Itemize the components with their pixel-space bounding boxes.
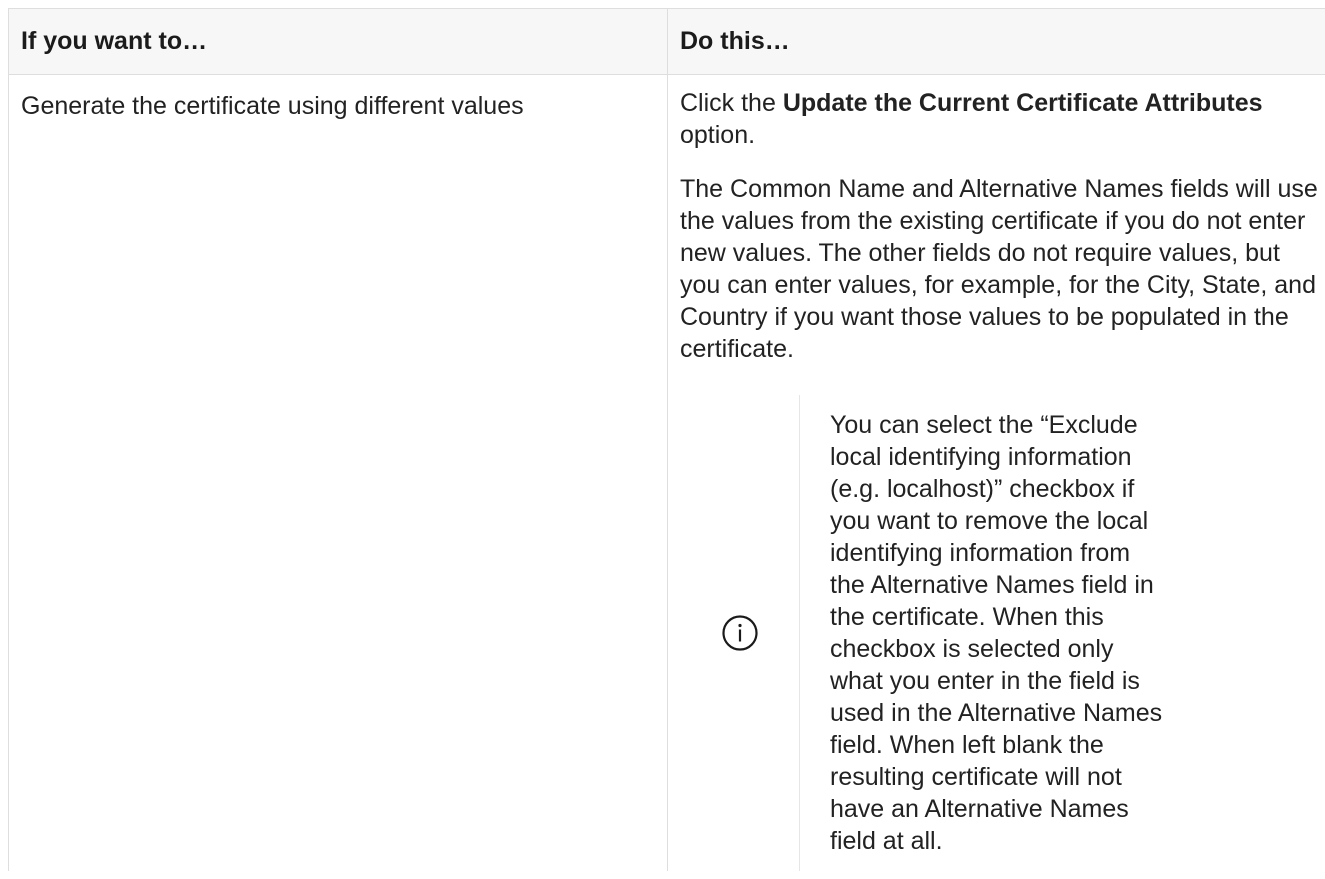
header-cell-want: If you want to… [8, 8, 668, 75]
note-box: You can select the “Exclude local identi… [680, 395, 1325, 871]
want-text: Generate the certificate using different… [21, 92, 524, 120]
action-suffix: option. [680, 121, 756, 149]
cell-want: Generate the certificate using different… [8, 74, 668, 871]
note-icon-column [680, 395, 800, 871]
action-prefix: Click the [680, 89, 783, 117]
cell-action: Click the Update the Current Certificate… [667, 74, 1325, 871]
option-name: Update the Current Certificate Attribute… [782, 89, 1263, 117]
table-row: Generate the certificate using different… [8, 74, 1325, 871]
action-paragraph-1: Click the Update the Current Certificate… [680, 87, 1325, 151]
header-row: If you want to… Do this… [8, 8, 1325, 75]
instruction-table: If you want to… Do this… Generate the ce… [8, 8, 1325, 871]
action-paragraph-2: The Common Name and Alternative Names fi… [680, 175, 1318, 363]
header-cell-action: Do this… [667, 8, 1325, 75]
note-text: You can select the “Exclude local identi… [830, 411, 1163, 855]
info-icon [721, 615, 758, 651]
table-body: Generate the certificate using different… [8, 74, 1325, 871]
table-header: If you want to… Do this… [8, 8, 1325, 75]
